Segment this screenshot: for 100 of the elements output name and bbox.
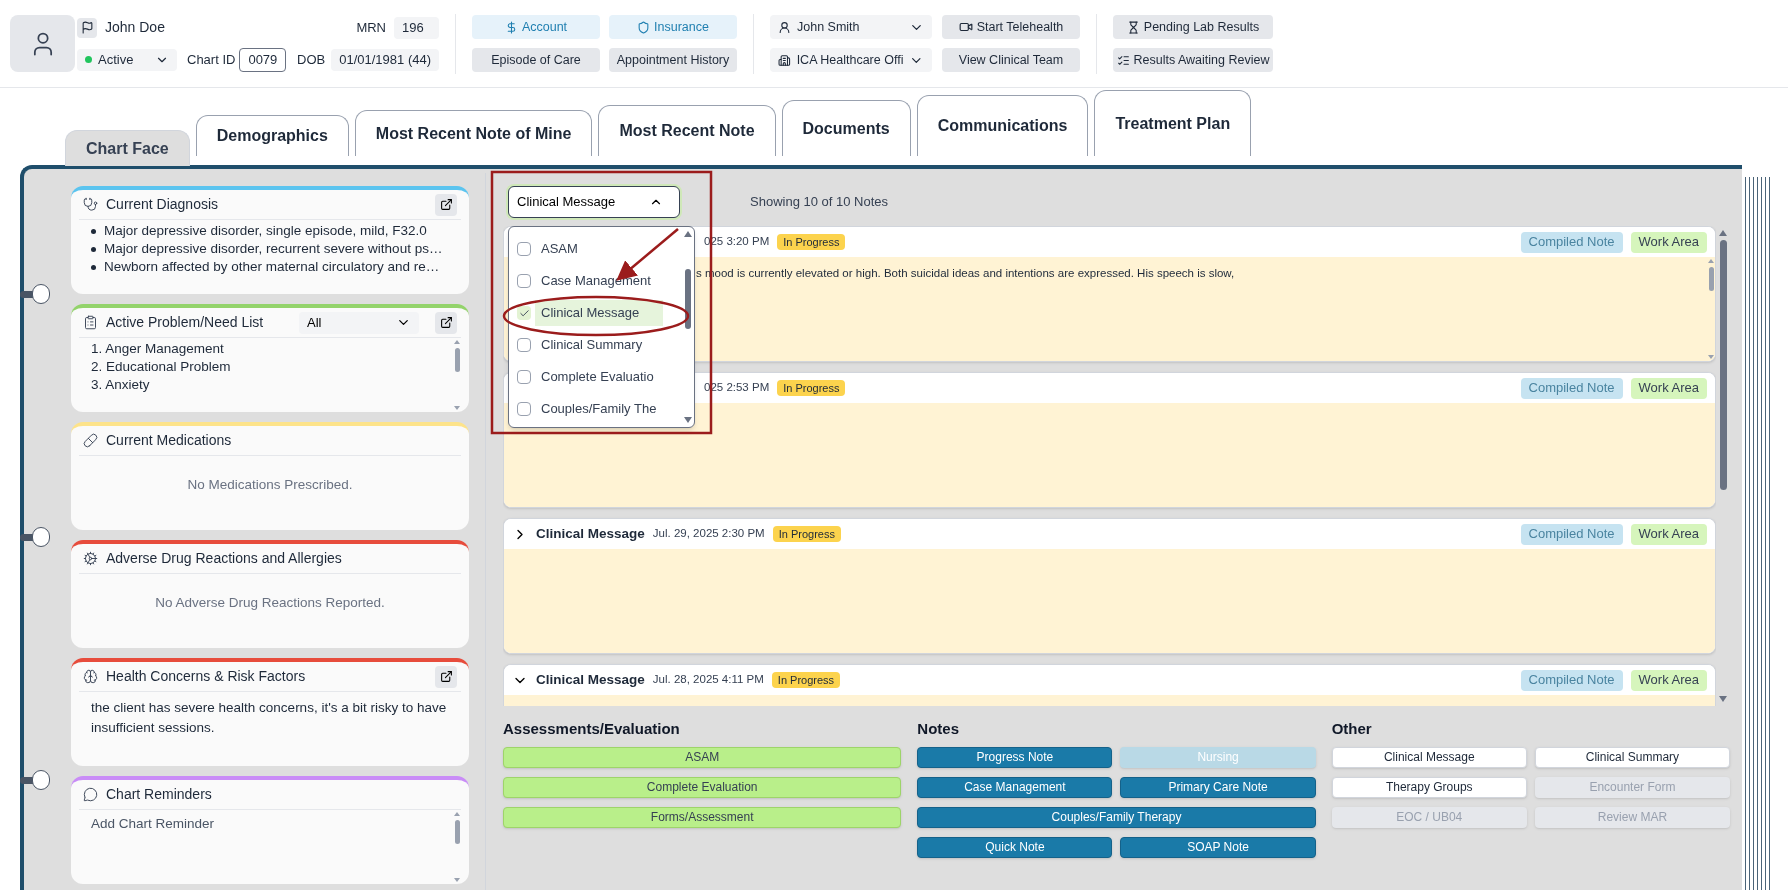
action-button[interactable]: Appointment History [609, 48, 737, 72]
diagnosis-item: Major depressive disorder, single episode, mild, F32.0 [104, 222, 427, 240]
action-button[interactable]: Case Management [917, 776, 1113, 798]
status-badge: In Progress [777, 234, 846, 250]
dropdown-option[interactable]: Clinical Summary [509, 331, 682, 359]
binder-ring [20, 526, 50, 548]
dropdown-option[interactable]: Case Management [509, 267, 682, 295]
video-icon [958, 20, 973, 34]
status-badge: In Progress [771, 672, 841, 688]
tab[interactable]: Demographics [195, 115, 349, 156]
external-link-icon [439, 316, 453, 329]
problem-item: 1. Anger Management [91, 340, 225, 358]
tab[interactable]: Communications [916, 95, 1089, 156]
external-link-icon [439, 198, 453, 211]
work-area-button[interactable]: Work Area [1630, 377, 1707, 399]
chart-id-label: Chart ID [187, 50, 236, 69]
action-button[interactable]: Forms/Assessment [503, 806, 902, 828]
action-button[interactable]: Pending Lab Results [1113, 15, 1273, 39]
pill-icon [83, 433, 98, 448]
section-heading: Assessments/Evaluation [503, 719, 681, 739]
section-heading: Other [1331, 719, 1373, 739]
list-check-icon [1116, 53, 1130, 67]
card-title: Current Diagnosis [106, 195, 219, 214]
binder-ring [20, 769, 50, 791]
action-button[interactable]: SOAP Note [1120, 836, 1316, 858]
office-select[interactable]: ICA Healthcare Offi [770, 48, 932, 72]
tab[interactable]: Chart Face [65, 130, 190, 166]
popout-button[interactable] [435, 193, 457, 216]
status-select[interactable]: Active [77, 48, 177, 71]
tab[interactable]: Most Recent Note [598, 105, 776, 156]
section-heading: Notes [917, 719, 960, 739]
action-button[interactable]: Clinical Message [1331, 746, 1527, 768]
dob-value: 01/01/1981 (44) [331, 48, 439, 71]
flag-icon [80, 21, 94, 34]
card-title: Active Problem/Need List [106, 313, 264, 332]
shield-icon [637, 20, 651, 34]
popout-button[interactable] [435, 665, 457, 688]
action-button[interactable]: Primary Care Note [1120, 776, 1316, 798]
clipboard-icon [83, 315, 98, 330]
link-button[interactable]: Insurance [609, 15, 737, 39]
diagnosis-item: Major depressive disorder, recurrent severe without ps… [104, 240, 443, 258]
note-date: Jul. 28, 2025 4:11 PM [652, 672, 764, 688]
dropdown-option[interactable]: Couples/Family The [509, 395, 682, 423]
note-title: Clinical Message [536, 524, 645, 543]
action-button[interactable]: ASAM [503, 746, 902, 768]
card-text: the client has severe health concerns, it's a bit risky to have insufficient sessions. [90, 699, 448, 737]
action-button[interactable]: Progress Note [917, 746, 1113, 768]
diagnosis-item: Newborn affected by other maternal circulatory and re… [104, 258, 440, 276]
dropdown-option[interactable]: ASAM [509, 235, 682, 263]
tab[interactable]: Documents [781, 100, 911, 156]
action-button[interactable]: Clinical Summary [1534, 746, 1730, 768]
external-link-icon [439, 670, 453, 683]
person-icon [778, 20, 791, 34]
note-title: Clinical Message [536, 670, 645, 689]
work-area-button[interactable]: Work Area [1630, 669, 1707, 691]
binder-ring [20, 283, 50, 305]
mrn-value: 196 [394, 16, 439, 39]
tab[interactable]: Most Recent Note of Mine [354, 110, 593, 156]
bullet-icon [91, 246, 96, 252]
patient-name: John Doe [105, 18, 165, 37]
stethoscope-icon [83, 197, 98, 212]
note-type-select[interactable]: Clinical Message [508, 186, 680, 218]
empty-message: No Medications Prescribed. [187, 475, 353, 494]
brain-icon [83, 669, 98, 684]
problem-filter-select[interactable]: All [299, 311, 419, 334]
mrn-label: MRN [356, 18, 386, 37]
staff-select[interactable]: John Smith [770, 15, 932, 39]
dropdown-option[interactable]: Complete Evaluatio [509, 363, 682, 391]
card-title: Adverse Drug Reactions and Allergies [106, 549, 342, 568]
flag-button[interactable] [77, 17, 97, 38]
chart-id-field[interactable]: 0079 [239, 47, 287, 72]
chat-icon [83, 787, 98, 802]
action-button[interactable]: Complete Evaluation [503, 776, 902, 798]
link-button[interactable]: Account [472, 15, 600, 39]
action-button[interactable]: Episode of Care [472, 48, 600, 72]
status-badge: In Progress [772, 526, 841, 542]
tab[interactable]: Treatment Plan [1094, 90, 1252, 156]
status-badge: In Progress [777, 380, 846, 396]
reminder-field[interactable]: Add Chart Reminder [79, 812, 453, 834]
card-title: Chart Reminders [106, 785, 212, 804]
building-icon [778, 53, 791, 67]
empty-message: No Adverse Drug Reactions Reported. [155, 593, 385, 612]
cog-icon [83, 551, 98, 566]
problem-item: 3. Anxiety [91, 376, 151, 394]
action-button[interactable]: Quick Note [917, 836, 1113, 858]
card-title: Current Medications [106, 431, 232, 450]
problem-item: 2. Educational Problem [91, 358, 232, 376]
action-button[interactable]: Couples/Family Therapy [917, 806, 1316, 828]
action-button[interactable]: Results Awaiting Review [1113, 48, 1273, 72]
action-button[interactable]: Start Telehealth [942, 15, 1080, 39]
note-date: Jul. 29, 2025 2:30 PM [652, 526, 765, 542]
popout-button[interactable] [435, 311, 457, 334]
action-button[interactable]: Therapy Groups [1331, 776, 1527, 798]
work-area-button[interactable]: Work Area [1630, 523, 1707, 545]
bullet-icon [91, 228, 96, 234]
hourglass-icon [1126, 20, 1140, 34]
action-button[interactable]: View Clinical Team [942, 48, 1080, 72]
work-area-button[interactable]: Work Area [1630, 231, 1707, 253]
notes-count: Showing 10 of 10 Notes [750, 193, 889, 212]
bullet-icon [91, 264, 96, 270]
